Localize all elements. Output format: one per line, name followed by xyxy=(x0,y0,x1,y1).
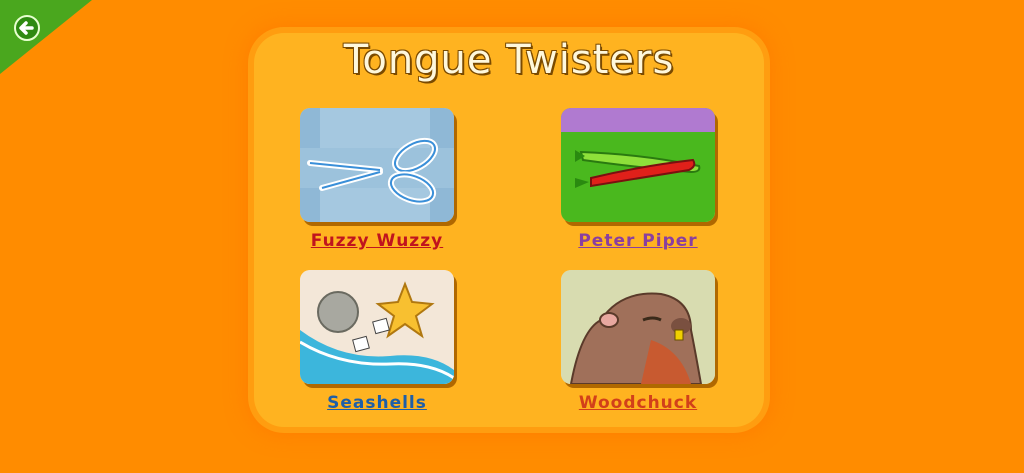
tile-woodchuck[interactable] xyxy=(561,270,715,384)
tile-peter-piper[interactable] xyxy=(561,108,715,222)
label-fuzzy-wuzzy[interactable]: Fuzzy Wuzzy xyxy=(277,231,477,251)
label-seashells[interactable]: Seashells xyxy=(277,393,477,413)
seashells-icon xyxy=(300,270,454,384)
peppers-icon xyxy=(561,108,715,222)
page-title: Tongue Twisters xyxy=(343,37,675,83)
tile-seashells[interactable] xyxy=(300,270,454,384)
tile-fuzzy-wuzzy[interactable] xyxy=(300,108,454,222)
back-arrow-icon[interactable] xyxy=(13,14,41,42)
scissors-icon xyxy=(300,108,454,222)
menu-panel: Tongue Twisters Fuzzy Wuzzy Peter Piper xyxy=(254,33,764,427)
woodchuck-icon xyxy=(561,270,715,384)
label-woodchuck[interactable]: Woodchuck xyxy=(538,393,738,413)
label-peter-piper[interactable]: Peter Piper xyxy=(538,231,738,251)
